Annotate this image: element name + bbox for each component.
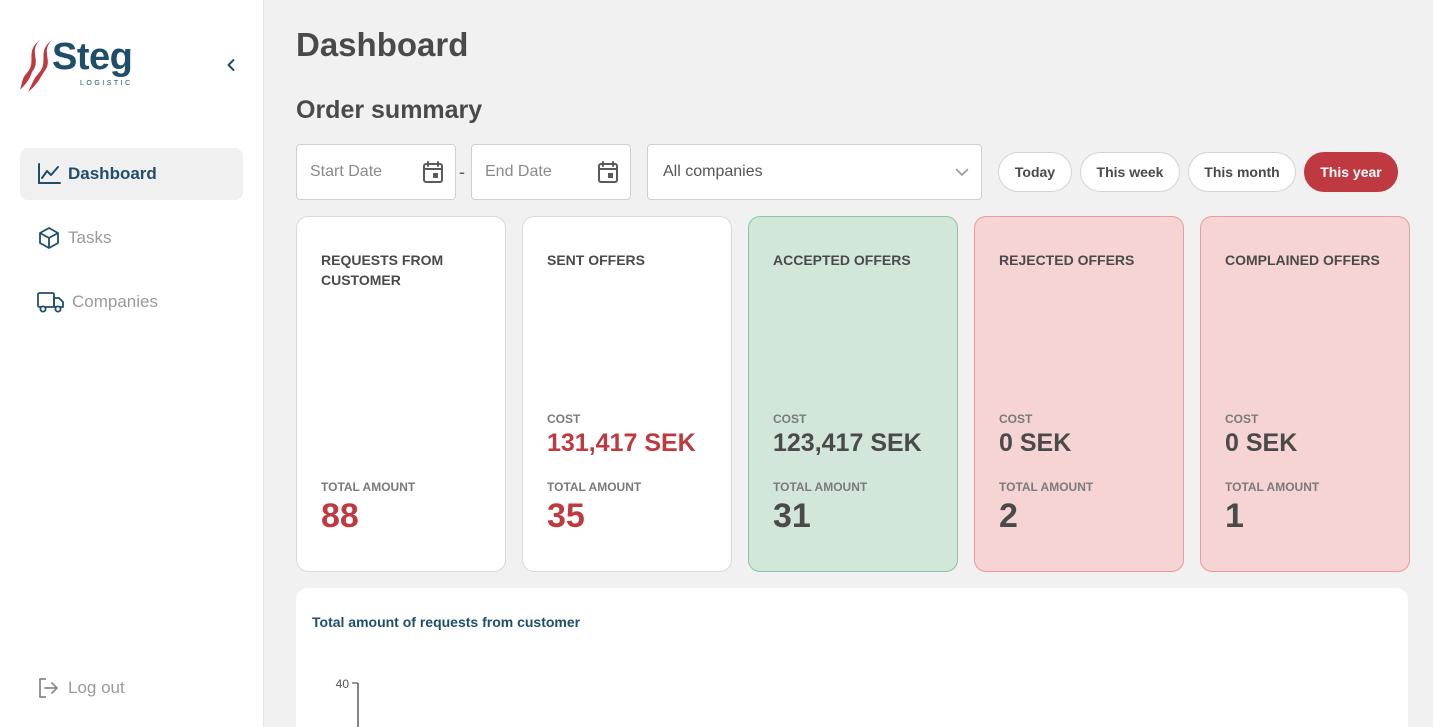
chart-title: Total amount of requests from customer <box>312 614 581 630</box>
card-title: REQUESTS FROM CUSTOMER <box>321 252 444 288</box>
total-amount-label: TOTAL AMOUNT <box>547 480 642 494</box>
cost-label: COST <box>1225 412 1259 426</box>
requests-chart-panel: Total amount of requests from customer 4… <box>296 588 1408 727</box>
chevron-down-icon <box>955 168 969 176</box>
logo-wordmark: Steg <box>52 36 133 78</box>
requests-chart: 40 <box>336 677 359 727</box>
logout-icon <box>36 675 62 701</box>
stat-card-rejected-offers[interactable]: REJECTED OFFERS COST 0 SEK TOTAL AMOUNT … <box>974 216 1184 572</box>
total-amount-value: 2 <box>999 497 1018 535</box>
cost-value: 0 SEK <box>999 429 1072 457</box>
start-date-placeholder: Start Date <box>310 163 383 180</box>
steg-logo[interactable]: Steg LOGISTIC <box>20 36 145 94</box>
start-date-field[interactable]: Start Date <box>296 144 456 200</box>
end-date-placeholder: End Date <box>485 163 552 180</box>
period-this-year-button[interactable]: This year <box>1304 152 1398 192</box>
stat-card-complained-offers[interactable]: COMPLAINED OFFERS COST 0 SEK TOTAL AMOUN… <box>1200 216 1410 572</box>
sidebar-item-label: Tasks <box>68 228 112 247</box>
truck-icon <box>36 289 66 315</box>
total-amount-label: TOTAL AMOUNT <box>321 480 416 494</box>
calendar-icon[interactable] <box>423 161 443 183</box>
cost-value: 131,417 SEK <box>547 429 696 457</box>
total-amount-value: 1 <box>1225 497 1244 535</box>
y-tick-label: 40 <box>336 677 350 691</box>
main-content: Dashboard Order summary Start Date - End… <box>264 0 1433 727</box>
card-title: ACCEPTED OFFERS <box>773 252 911 268</box>
total-amount-value: 88 <box>321 497 359 535</box>
chart-line-icon <box>36 161 62 187</box>
stat-card-sent-offers[interactable]: SENT OFFERS COST 131,417 SEK TOTAL AMOUN… <box>522 216 732 572</box>
cost-label: COST <box>999 412 1033 426</box>
sidebar-item-label: Dashboard <box>68 164 157 183</box>
total-amount-label: TOTAL AMOUNT <box>773 480 868 494</box>
section-title: Order summary <box>296 96 483 124</box>
chevron-left-icon <box>227 59 235 71</box>
sidebar-item-tasks[interactable]: Tasks <box>20 212 243 264</box>
period-this-week-button[interactable]: This week <box>1080 152 1180 192</box>
page-title: Dashboard <box>296 26 469 63</box>
card-title: SENT OFFERS <box>547 252 646 268</box>
sidebar-item-label: Companies <box>72 292 158 311</box>
company-select-value: All companies <box>663 163 763 180</box>
company-select[interactable]: All companies <box>647 144 982 200</box>
logo-subtitle: LOGISTIC <box>80 80 133 87</box>
date-range-separator: - <box>459 162 465 182</box>
total-amount-label: TOTAL AMOUNT <box>999 480 1094 494</box>
cost-label: COST <box>547 412 581 426</box>
cost-label: COST <box>773 412 807 426</box>
sidebar-item-companies[interactable]: Companies <box>20 276 243 328</box>
total-amount-label: TOTAL AMOUNT <box>1225 480 1320 494</box>
stat-card-accepted-offers[interactable]: ACCEPTED OFFERS COST 123,417 SEK TOTAL A… <box>748 216 958 572</box>
sidebar-item-dashboard[interactable]: Dashboard <box>20 148 243 200</box>
period-this-month-button[interactable]: This month <box>1188 152 1296 192</box>
card-title: REJECTED OFFERS <box>999 252 1135 268</box>
sidebar: Steg LOGISTIC Dashboard Tasks Companies … <box>0 0 264 727</box>
cost-value: 0 SEK <box>1225 429 1298 457</box>
collapse-sidebar-button[interactable] <box>220 54 242 76</box>
total-amount-value: 31 <box>773 497 811 535</box>
logout-label: Log out <box>68 678 125 697</box>
cost-value: 123,417 SEK <box>773 429 922 457</box>
card-title: COMPLAINED OFFERS <box>1225 252 1380 268</box>
stat-card-requests[interactable]: REQUESTS FROM CUSTOMER TOTAL AMOUNT 88 <box>296 216 506 572</box>
end-date-field[interactable]: End Date <box>471 144 631 200</box>
logout-button[interactable]: Log out <box>20 662 243 714</box>
box-icon <box>36 225 62 251</box>
logo-mark-icon <box>20 40 52 92</box>
calendar-icon[interactable] <box>598 161 618 183</box>
total-amount-value: 35 <box>547 497 585 535</box>
period-today-button[interactable]: Today <box>998 152 1072 192</box>
